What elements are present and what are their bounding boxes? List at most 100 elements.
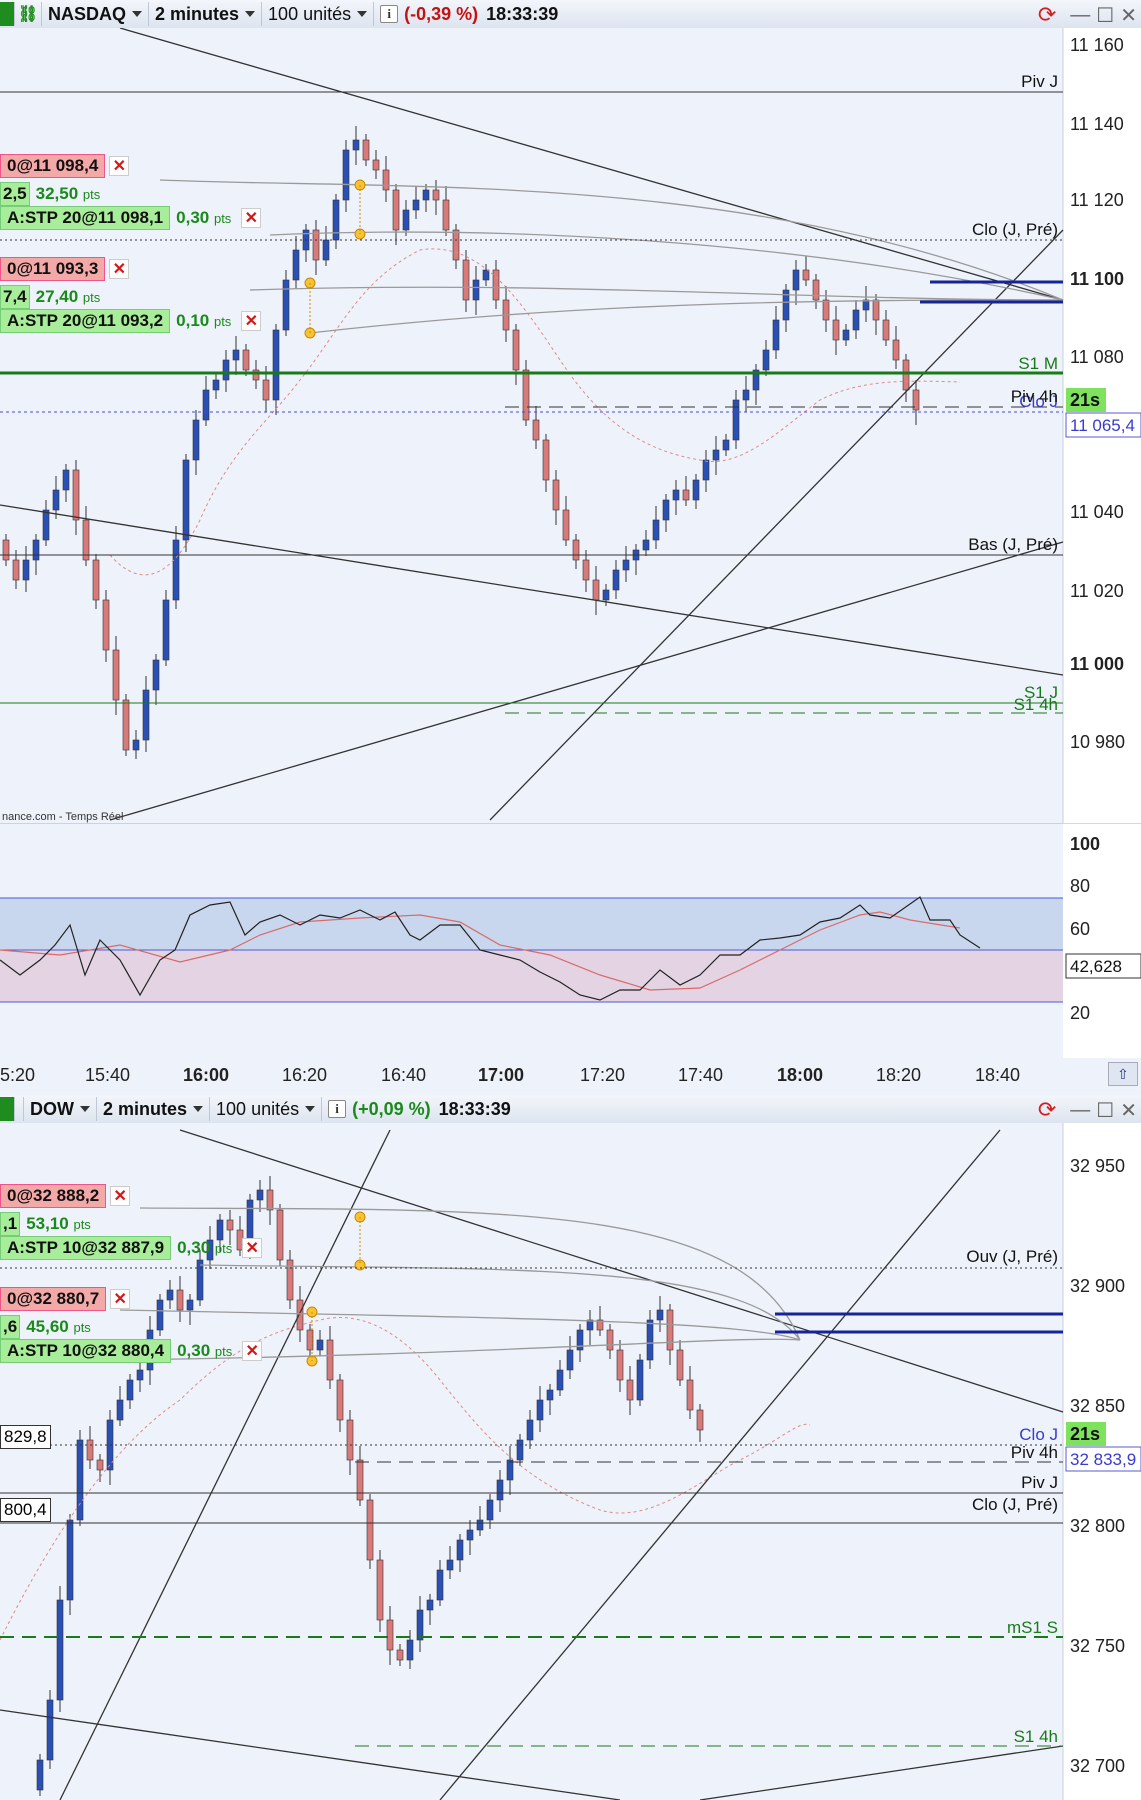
rsi-value: 42,628 [1070, 957, 1122, 976]
cancel-stop-icon[interactable]: ✕ [241, 208, 262, 228]
instrument-select[interactable]: DOW [24, 1097, 97, 1121]
candle-body [892, 339, 900, 361]
left-price: 800,4 [4, 1500, 47, 1519]
candle-body [72, 469, 80, 521]
candle-body [686, 1379, 694, 1411]
pts-unit: pts [73, 1320, 91, 1335]
candle-body [682, 489, 690, 501]
cancel-order-icon[interactable]: ✕ [109, 156, 130, 176]
stop-pts: 0,30 [177, 1238, 211, 1257]
candle-body [102, 599, 110, 651]
candle-body [722, 439, 730, 451]
panel-grip[interactable] [0, 2, 15, 26]
stop-tag-1[interactable]: A:STP 10@32 887,9 0,30 pts ✕ [0, 1236, 263, 1260]
countdown: 21s [1070, 390, 1100, 410]
candle-body [136, 1369, 144, 1381]
scroll-to-end-button[interactable]: ⇧ [1108, 1062, 1138, 1086]
label-s1-4h: S1 4h [1014, 1727, 1058, 1746]
candle-body [422, 189, 430, 201]
maximize-icon[interactable]: ☐ [1096, 1098, 1114, 1123]
close-icon[interactable]: ✕ [1120, 3, 1137, 28]
pts-unit: pts [213, 314, 232, 329]
minimize-icon[interactable]: — [1070, 1099, 1090, 1122]
order-tag-2[interactable]: 0@32 880,7 ✕ [0, 1287, 131, 1311]
candle-body [576, 1329, 584, 1351]
stop-tag-1[interactable]: A:STP 20@11 098,1 0,30 pts ✕ [0, 206, 262, 230]
refresh-icon[interactable]: ⟳ [1038, 2, 1056, 28]
refresh-icon[interactable]: ⟳ [1038, 1097, 1056, 1123]
candle-body [76, 1439, 84, 1521]
stop-tag-2[interactable]: A:STP 20@11 093,2 0,10 pts ✕ [0, 309, 262, 333]
candle-body [436, 1569, 444, 1601]
cancel-stop-icon[interactable]: ✕ [242, 1238, 263, 1258]
order-tag-1[interactable]: 0@32 888,2 ✕ [0, 1184, 131, 1208]
maximize-icon[interactable]: ☐ [1096, 3, 1114, 28]
countdown: 21s [1070, 1424, 1100, 1444]
timeframe-select[interactable]: 2 minutes [97, 1097, 211, 1121]
candle-body [176, 1289, 184, 1311]
candle-body [696, 1409, 704, 1431]
order-pts-1: ,1 53,10 pts [0, 1212, 97, 1236]
cancel-order-icon[interactable]: ✕ [110, 1289, 131, 1309]
minimize-icon[interactable]: — [1070, 4, 1090, 27]
candle-body [82, 519, 90, 561]
order-pts: 32,50 [35, 184, 79, 203]
candle-body [812, 279, 820, 301]
x-tick: 16:40 [381, 1065, 426, 1085]
candle-body [556, 1369, 564, 1391]
y-tick: 11 140 [1070, 114, 1124, 134]
candle-body [186, 1299, 194, 1311]
candle-body [482, 269, 490, 281]
candle-body [566, 1349, 574, 1371]
order-price: 0@11 098,4 [0, 154, 106, 178]
cancel-order-icon[interactable]: ✕ [110, 1186, 131, 1206]
candle-body [626, 1379, 634, 1401]
units-select[interactable]: 100 unités [210, 1097, 323, 1121]
link-icon[interactable]: ⛓ [15, 2, 42, 26]
rsi-tick: 60 [1070, 919, 1090, 939]
nasdaq-toolbar: ⛓ NASDAQ 2 minutes 100 unités i (-0,39 %… [0, 0, 1141, 29]
nasdaq-price-chart[interactable]: Piv J Clo (J, Pré) S1 M Clo J Piv 4h Bas… [0, 28, 1141, 823]
candle-body [492, 269, 500, 301]
rsi-indicator[interactable]: 100 80 60 20 42,628 [0, 823, 1141, 1058]
stop-tag-2[interactable]: A:STP 10@32 880,4 0,30 pts ✕ [0, 1339, 263, 1363]
label-piv-j: Piv J [1021, 72, 1058, 91]
instrument-select[interactable]: NASDAQ [42, 2, 150, 26]
candle-body [66, 1519, 74, 1601]
candle-body [412, 199, 420, 211]
candle-body [382, 169, 390, 191]
order-pts-2: 7,4 27,40 pts [0, 285, 106, 309]
left-price-box: 829,8 [0, 1425, 51, 1449]
close-icon[interactable]: ✕ [1120, 1098, 1137, 1123]
candle-body [92, 559, 100, 601]
info-icon[interactable]: i [328, 1100, 347, 1118]
last-price: 32 833,9 [1070, 1450, 1136, 1469]
panel-grip[interactable] [0, 1097, 15, 1121]
order-tag-1[interactable]: 0@11 098,4 ✕ [0, 154, 130, 178]
cancel-order-icon[interactable]: ✕ [109, 259, 130, 279]
change-percent: (-0,39 %) [404, 3, 479, 24]
candle-body [282, 279, 290, 331]
units-select[interactable]: 100 unités [262, 2, 375, 26]
candle-body [242, 349, 250, 371]
candle-body [392, 189, 400, 231]
info-icon[interactable]: i [380, 5, 399, 23]
timeframe-select[interactable]: 2 minutes [149, 2, 263, 26]
candle-body [112, 649, 120, 701]
order-tag-2[interactable]: 0@11 093,3 ✕ [0, 257, 130, 281]
candle-body [96, 1459, 104, 1471]
candle-body [222, 359, 230, 381]
candle-body [902, 359, 910, 391]
pts-unit: pts [82, 290, 101, 305]
candle-body [702, 459, 710, 481]
candle-body [352, 139, 360, 151]
y-tick: 11 020 [1070, 581, 1124, 601]
candle-body [396, 1649, 404, 1661]
cancel-stop-icon[interactable]: ✕ [242, 1341, 263, 1361]
order-pts-2: ,6 45,60 pts [0, 1315, 97, 1339]
cancel-stop-icon[interactable]: ✕ [241, 311, 262, 331]
candle-body [46, 1699, 54, 1761]
dow-price-chart[interactable]: Ouv (J, Pré) Clo J Piv 4h Piv J Clo (J, … [0, 1123, 1141, 1800]
y-tick: 32 750 [1070, 1636, 1125, 1656]
link-icon[interactable] [15, 1097, 24, 1121]
